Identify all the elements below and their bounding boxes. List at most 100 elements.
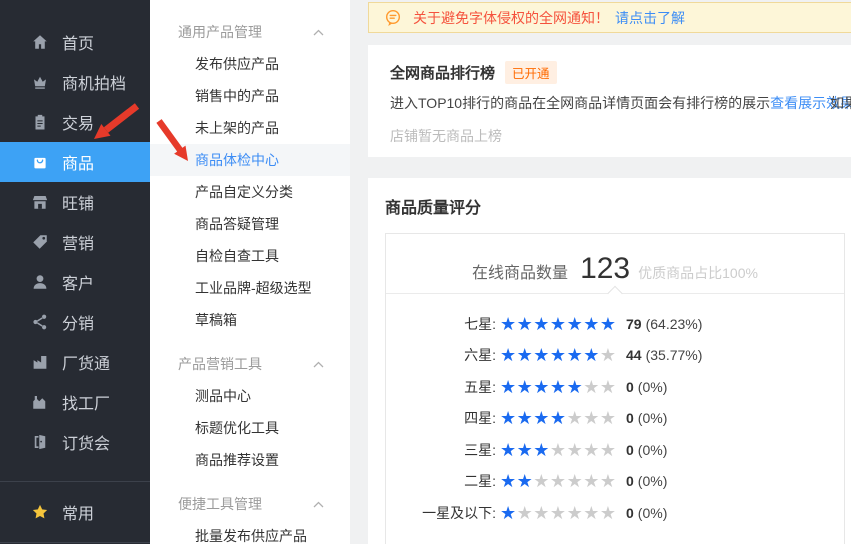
sidebar-item-home[interactable]: 首页 xyxy=(0,22,150,62)
storefront-icon xyxy=(30,192,50,212)
rating-row-five: 五星: ★★★★★★★ 0(0%) xyxy=(386,371,844,403)
sidebar-item-label: 商品 xyxy=(62,150,94,174)
rating-label: 二星: xyxy=(386,471,496,491)
sidebar-item-label: 分销 xyxy=(62,310,94,334)
submenu-item-drafts[interactable]: 草稿箱 xyxy=(150,304,350,336)
rating-label: 三星: xyxy=(386,440,496,460)
rating-label: 六星: xyxy=(386,345,496,365)
sidebar-item-label: 首页 xyxy=(62,30,94,54)
sidebar-item-order-fair[interactable]: 订货会 xyxy=(0,422,150,462)
submenu-item-product-health-center[interactable]: 商品体检中心 xyxy=(150,144,350,176)
sidebar-item-customer[interactable]: 客户 xyxy=(0,262,150,302)
sidebar: 首页 商机拍档 交易 商品 旺铺 营销 客户 分销 xyxy=(0,0,150,544)
submenu-item-recommend-settings[interactable]: 商品推荐设置 xyxy=(150,444,350,476)
price-tag-icon xyxy=(30,232,50,252)
rating-row-four: 四星: ★★★★★★★ 0(0%) xyxy=(386,403,844,435)
door-icon xyxy=(30,432,50,452)
rating-row-six: 六星: ★★★★★★★ 44(35.77%) xyxy=(386,340,844,372)
submenu-item-publish-supply-product[interactable]: 发布供应产品 xyxy=(150,48,350,80)
rating-row-seven: 七星: ★★★★★★★ 79(64.23%) xyxy=(386,308,844,340)
ranking-card: 全网商品排行榜 已开通 进入TOP10排行的商品在全网商品详情页面会有排行榜的展… xyxy=(368,45,851,157)
submenu-item-self-check-tools[interactable]: 自检自查工具 xyxy=(150,240,350,272)
factory-icon xyxy=(30,352,50,372)
star-rating: ★★★★★★★ xyxy=(500,378,618,396)
ranking-right-text: 如果 xyxy=(830,93,851,113)
sidebar-item-label: 常用 xyxy=(62,500,94,524)
sidebar-item-label: 商机拍档 xyxy=(62,70,126,94)
online-count-label: 在线商品数量 xyxy=(472,259,568,283)
chevron-up-icon xyxy=(313,361,324,368)
rating-row-two: 二星: ★★★★★★★ 0(0%) xyxy=(386,466,844,498)
rating-count: 0(0%) xyxy=(626,442,667,458)
submenu-item-batch-publish[interactable]: 批量发布供应产品 xyxy=(150,520,350,544)
premium-ratio-text: 优质商品占比100% xyxy=(638,263,758,283)
rating-count: 0(0%) xyxy=(626,473,667,489)
crown-icon xyxy=(30,72,50,92)
submenu-item-product-qa[interactable]: 商品答疑管理 xyxy=(150,208,350,240)
sidebar-divider xyxy=(0,542,150,543)
ranking-title: 全网商品排行榜 xyxy=(390,62,495,83)
submenu-header-label: 便捷工具管理 xyxy=(178,494,262,514)
clipboard-icon xyxy=(30,112,50,132)
submenu-header-label: 产品营销工具 xyxy=(178,354,262,374)
rating-count: 0(0%) xyxy=(626,379,667,395)
sidebar-item-factory-goods[interactable]: 厂货通 xyxy=(0,342,150,382)
rating-count: 79(64.23%) xyxy=(626,316,702,332)
submenu-header-marketing-tools[interactable]: 产品营销工具 xyxy=(150,348,350,380)
status-badge: 已开通 xyxy=(505,61,557,84)
ranking-empty-text: 店铺暂无商品上榜 xyxy=(390,126,846,146)
rating-count: 44(35.77%) xyxy=(626,347,702,363)
header-divider xyxy=(386,293,844,294)
sidebar-item-label: 订货会 xyxy=(62,430,110,454)
notice-text: 关于避免字体侵权的全网通知！ xyxy=(413,8,609,28)
chevron-up-icon xyxy=(313,29,324,36)
notice-bar: 关于避免字体侵权的全网通知！ 请点击了解 xyxy=(368,2,851,33)
submenu-item-unlisted-products[interactable]: 未上架的产品 xyxy=(150,112,350,144)
rating-label: 七星: xyxy=(386,314,496,334)
sidebar-item-favorites[interactable]: 常用 xyxy=(0,482,150,542)
share-icon xyxy=(30,312,50,332)
quality-title: 商品质量评分 xyxy=(385,194,851,218)
rating-row-three: 三星: ★★★★★★★ 0(0%) xyxy=(386,434,844,466)
sidebar-item-shop[interactable]: 旺铺 xyxy=(0,182,150,222)
star-rating: ★★★★★★★ xyxy=(500,441,618,459)
sidebar-item-product[interactable]: 商品 xyxy=(0,142,150,182)
submenu-header-general-product[interactable]: 通用产品管理 xyxy=(150,16,350,48)
shopping-bag-icon xyxy=(30,152,50,172)
announcement-bubble-icon xyxy=(383,8,403,28)
sidebar-item-label: 旺铺 xyxy=(62,190,94,214)
star-rating: ★★★★★★★ xyxy=(500,409,618,427)
sidebar-item-label: 交易 xyxy=(62,110,94,134)
submenu-item-industrial-brand[interactable]: 工业品牌-超级选型 xyxy=(150,272,350,304)
submenu-item-test-center[interactable]: 测品中心 xyxy=(150,380,350,412)
ranking-description: 进入TOP10排行的商品在全网商品详情页面会有排行榜的展示 xyxy=(390,95,770,111)
submenu: 通用产品管理 发布供应产品 销售中的产品 未上架的产品 商品体检中心 产品自定义… xyxy=(150,0,350,544)
notice-link[interactable]: 请点击了解 xyxy=(615,8,685,28)
sidebar-item-label: 找工厂 xyxy=(62,390,110,414)
home-icon xyxy=(30,32,50,52)
sidebar-item-marketing[interactable]: 营销 xyxy=(0,222,150,262)
submenu-header-label: 通用产品管理 xyxy=(178,22,262,42)
star-rating: ★★★★★★★ xyxy=(500,472,618,490)
sidebar-item-business-partner[interactable]: 商机拍档 xyxy=(0,62,150,102)
submenu-header-quick-tools[interactable]: 便捷工具管理 xyxy=(150,488,350,520)
submenu-item-selling-products[interactable]: 销售中的产品 xyxy=(150,80,350,112)
factory-sawtooth-icon xyxy=(30,392,50,412)
sidebar-item-find-factory[interactable]: 找工厂 xyxy=(0,382,150,422)
star-icon xyxy=(30,502,50,522)
sidebar-item-trade[interactable]: 交易 xyxy=(0,102,150,142)
star-rating: ★★★★★★★ xyxy=(500,504,618,522)
online-count-value: 123 xyxy=(580,252,630,286)
person-icon xyxy=(30,272,50,292)
rating-count: 0(0%) xyxy=(626,505,667,521)
sidebar-item-label: 营销 xyxy=(62,230,94,254)
sidebar-item-distribution[interactable]: 分销 xyxy=(0,302,150,342)
rating-row-one-and-below: 一星及以下: ★★★★★★★ 0(0%) xyxy=(386,497,844,529)
rating-label: 一星及以下: xyxy=(386,503,496,523)
app-root: 首页 商机拍档 交易 商品 旺铺 营销 客户 分销 xyxy=(0,0,851,544)
quality-card: 在线商品数量 123 优质商品占比100% 七星: ★★★★★★★ 79(64.… xyxy=(385,233,845,544)
submenu-item-custom-category[interactable]: 产品自定义分类 xyxy=(150,176,350,208)
star-rating: ★★★★★★★ xyxy=(500,315,618,333)
submenu-item-title-optimizer[interactable]: 标题优化工具 xyxy=(150,412,350,444)
sidebar-item-label: 厂货通 xyxy=(62,350,110,374)
